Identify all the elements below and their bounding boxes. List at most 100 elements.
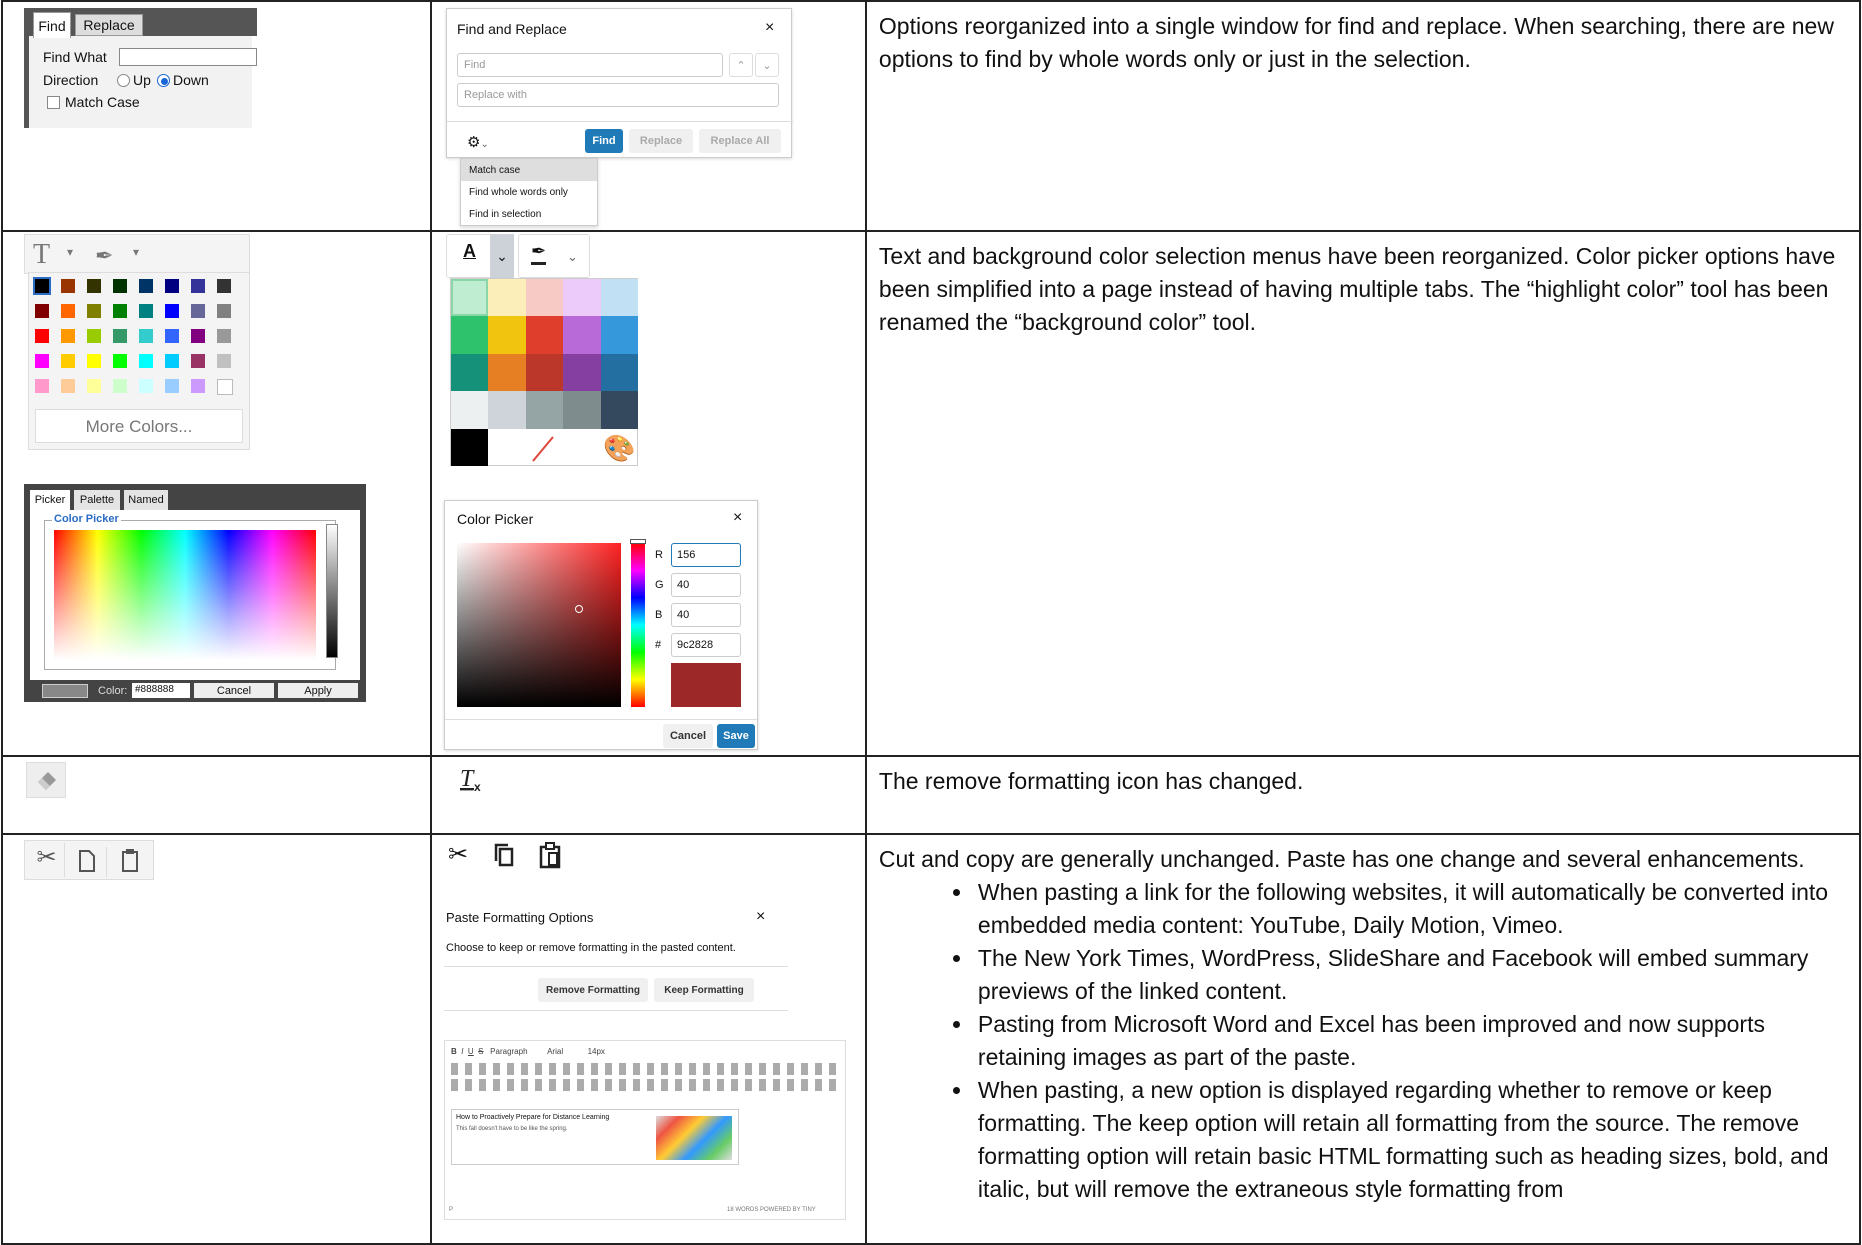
tab-find[interactable]: Find <box>33 12 71 38</box>
color-swatch[interactable] <box>217 354 231 368</box>
color-swatch[interactable] <box>165 329 179 343</box>
close-icon[interactable]: × <box>765 19 774 37</box>
replace-input[interactable]: Replace with <box>457 83 779 107</box>
find-input[interactable]: Find <box>457 53 723 77</box>
remove-formatting-button[interactable]: Remove Formatting <box>538 978 648 1002</box>
color-swatch[interactable] <box>488 279 526 317</box>
font-select[interactable]: Arial <box>547 1047 563 1056</box>
find-what-input[interactable] <box>119 48 257 66</box>
color-swatch[interactable] <box>451 428 489 466</box>
color-swatch[interactable] <box>451 279 489 317</box>
color-swatch[interactable] <box>217 329 231 343</box>
color-swatch[interactable] <box>217 379 233 395</box>
paste-icon[interactable] <box>115 847 151 877</box>
color-swatch[interactable] <box>600 353 638 392</box>
italic-icon[interactable]: I <box>461 1047 463 1056</box>
color-swatch[interactable] <box>35 329 49 343</box>
color-swatch[interactable] <box>35 379 49 393</box>
tab-named[interactable]: Named <box>124 490 168 510</box>
scissors-icon[interactable]: ✂ <box>29 843 65 877</box>
color-swatch[interactable] <box>35 354 49 368</box>
radio-down[interactable] <box>157 74 170 87</box>
color-swatch[interactable] <box>139 354 153 368</box>
color-swatch[interactable] <box>525 391 564 429</box>
chevron-down-icon[interactable]: ▾ <box>133 245 139 259</box>
color-cursor[interactable] <box>575 605 583 613</box>
copy-icon[interactable] <box>492 842 518 875</box>
color-swatch[interactable] <box>87 279 101 293</box>
g-input[interactable]: 40 <box>671 573 741 597</box>
color-swatch[interactable] <box>35 304 49 318</box>
color-swatch[interactable] <box>165 279 179 293</box>
close-icon[interactable]: × <box>733 509 742 527</box>
color-swatch[interactable] <box>87 379 101 393</box>
color-swatch[interactable] <box>488 353 526 392</box>
old-color-input[interactable]: #888888 <box>132 683 190 698</box>
color-swatch[interactable] <box>61 304 75 318</box>
tab-replace[interactable]: Replace <box>75 14 143 36</box>
hex-input[interactable]: 9c2828 <box>671 633 741 657</box>
font-size-select[interactable]: 14px <box>588 1047 605 1056</box>
copy-icon[interactable] <box>71 847 107 877</box>
replace-button[interactable]: Replace <box>629 129 693 153</box>
old-apply-button[interactable]: Apply <box>278 683 358 698</box>
strikethrough-icon[interactable]: S <box>478 1047 483 1056</box>
color-swatch[interactable] <box>191 354 205 368</box>
color-swatch[interactable] <box>217 304 231 318</box>
color-swatch[interactable] <box>191 379 205 393</box>
remove-color-icon[interactable] <box>515 431 571 465</box>
menu-item-in-selection[interactable]: Find in selection <box>461 203 597 225</box>
find-next-button[interactable]: ⌄ <box>755 53 779 77</box>
color-swatch[interactable] <box>165 354 179 368</box>
gear-icon[interactable]: ⚙⌄ <box>467 133 489 151</box>
color-swatch[interactable] <box>488 316 526 354</box>
luminance-slider[interactable] <box>326 524 338 658</box>
hue-handle[interactable] <box>630 539 646 544</box>
color-swatch[interactable] <box>600 316 638 354</box>
color-swatch[interactable] <box>87 329 101 343</box>
color-swatch[interactable] <box>139 279 153 293</box>
color-swatch[interactable] <box>563 391 601 429</box>
color-swatch[interactable] <box>139 379 153 393</box>
block-format-select[interactable]: Paragraph <box>490 1047 527 1056</box>
r-input[interactable]: 156 <box>671 543 741 567</box>
color-swatch[interactable] <box>525 316 564 354</box>
color-swatch[interactable] <box>525 279 564 317</box>
color-swatch[interactable] <box>113 304 127 318</box>
match-case-checkbox[interactable] <box>47 96 60 109</box>
highlight-pen-icon[interactable]: ✒ <box>95 243 113 269</box>
color-swatch[interactable] <box>139 329 153 343</box>
color-swatch[interactable] <box>563 279 601 317</box>
color-swatch[interactable] <box>113 329 127 343</box>
more-colors-button[interactable]: More Colors... <box>35 409 243 443</box>
paste-icon[interactable] <box>538 842 564 875</box>
color-swatch[interactable] <box>113 379 127 393</box>
color-swatch[interactable] <box>451 391 489 429</box>
b-input[interactable]: 40 <box>671 603 741 627</box>
find-prev-button[interactable]: ⌃ <box>729 53 753 77</box>
color-swatch[interactable] <box>600 391 638 429</box>
color-swatch[interactable] <box>525 353 564 392</box>
tab-picker[interactable]: Picker <box>30 490 70 510</box>
color-swatch[interactable] <box>600 279 638 317</box>
spectrum-canvas[interactable] <box>54 530 316 660</box>
palette-icon[interactable]: 🎨 <box>603 433 635 464</box>
color-swatch[interactable] <box>451 353 489 392</box>
hue-slider[interactable] <box>630 539 646 707</box>
color-swatch[interactable] <box>87 354 101 368</box>
color-swatch[interactable] <box>488 391 526 429</box>
color-swatch[interactable] <box>191 304 205 318</box>
color-swatch[interactable] <box>61 279 75 293</box>
color-swatch[interactable] <box>165 304 179 318</box>
color-swatch[interactable] <box>113 279 127 293</box>
color-swatch[interactable] <box>61 354 75 368</box>
color-swatch[interactable] <box>191 279 205 293</box>
save-button[interactable]: Save <box>717 724 755 748</box>
color-swatch[interactable] <box>191 329 205 343</box>
color-swatch[interactable] <box>33 277 51 295</box>
color-swatch[interactable] <box>61 379 75 393</box>
tab-palette[interactable]: Palette <box>74 490 120 510</box>
text-color-chevron[interactable]: ⌄ <box>490 234 514 278</box>
color-swatch[interactable] <box>61 329 75 343</box>
scissors-icon[interactable]: ✂ <box>448 840 468 869</box>
